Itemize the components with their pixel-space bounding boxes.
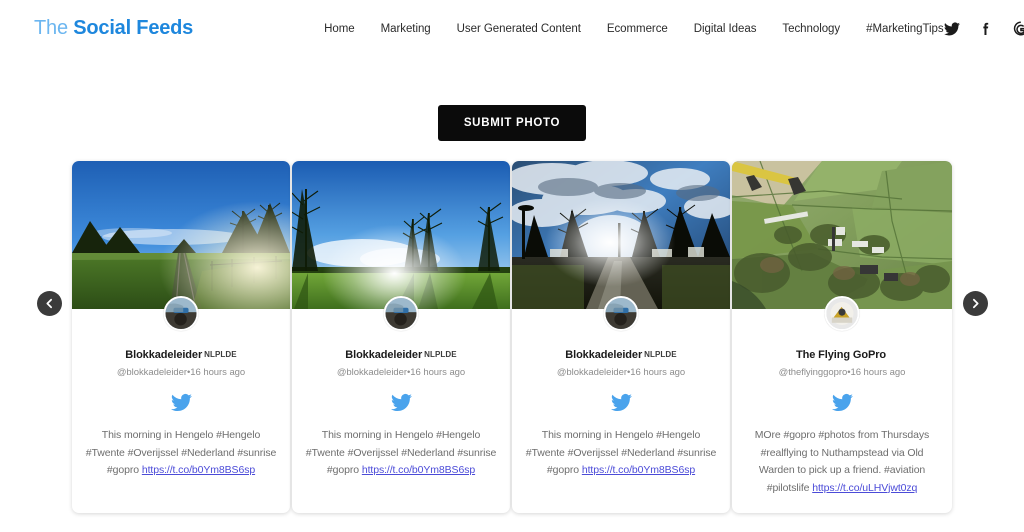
- feed-card[interactable]: The Flying GoPro @theflyinggopro•16 hour…: [732, 161, 952, 513]
- nav-item-user-generated-content[interactable]: User Generated Content: [457, 23, 581, 35]
- avatar[interactable]: [163, 296, 199, 331]
- main-navigation: Home Marketing User Generated Content Ec…: [324, 23, 944, 35]
- nav-item-home[interactable]: Home: [324, 23, 355, 35]
- carousel-prev-button[interactable]: [37, 291, 62, 316]
- carousel-cards-track: Blokkadeleider NLPLDE @blokkadeleider•16 …: [72, 161, 952, 513]
- avatar[interactable]: [824, 296, 860, 331]
- submit-photo-row: SUBMIT PHOTO: [0, 105, 1024, 141]
- facebook-icon[interactable]: [978, 20, 995, 37]
- card-timestamp: 16 hours ago: [850, 367, 906, 378]
- twitter-icon: [742, 392, 942, 413]
- card-link[interactable]: https://t.co/uLHVjwt0zq: [812, 482, 917, 494]
- twitter-icon: [302, 392, 500, 413]
- carousel-next-button[interactable]: [963, 291, 988, 316]
- card-meta: @blokkadeleider•16 hours ago: [522, 367, 720, 378]
- card-meta: @theflyinggopro•16 hours ago: [742, 367, 942, 378]
- card-link[interactable]: https://t.co/b0Ym8BS6sp: [582, 464, 695, 476]
- nav-item-ecommerce[interactable]: Ecommerce: [607, 23, 668, 35]
- card-text: This morning in Hengelo #Hengelo #Twente…: [82, 427, 280, 480]
- card-photo-green-field-bare-trees[interactable]: [292, 161, 510, 309]
- card-username-badge: NLPLDE: [204, 350, 237, 359]
- twitter-icon[interactable]: [944, 20, 961, 37]
- card-username-row: Blokkadeleider NLPLDE: [522, 345, 720, 363]
- card-handle: @blokkadeleider: [116, 367, 187, 378]
- card-timestamp: 16 hours ago: [190, 367, 246, 378]
- card-meta: @blokkadeleider•16 hours ago: [302, 367, 500, 378]
- card-timestamp: 16 hours ago: [410, 367, 466, 378]
- social-links: [944, 20, 1024, 37]
- card-username: Blokkadeleider: [345, 349, 423, 361]
- google-icon[interactable]: [1012, 20, 1024, 37]
- nav-item-marketing[interactable]: Marketing: [381, 23, 431, 35]
- card-handle: @blokkadeleider: [556, 367, 627, 378]
- card-username-row: The Flying GoPro: [742, 345, 942, 363]
- card-text: This morning in Hengelo #Hengelo #Twente…: [522, 427, 720, 480]
- logo-the: The: [34, 17, 74, 39]
- nav-item-digital-ideas[interactable]: Digital Ideas: [694, 23, 757, 35]
- card-photo-rural-railway-sunrise[interactable]: [72, 161, 290, 309]
- chevron-left-icon: [46, 298, 52, 309]
- card-username-badge: NLPLDE: [424, 350, 457, 359]
- site-header: The Social Feeds Home Marketing User Gen…: [0, 0, 1024, 57]
- card-meta: @blokkadeleider•16 hours ago: [82, 367, 280, 378]
- card-username: The Flying GoPro: [795, 349, 887, 361]
- submit-photo-button[interactable]: SUBMIT PHOTO: [437, 105, 587, 141]
- feed-card[interactable]: Blokkadeleider NLPLDE @blokkadeleider•16 …: [292, 161, 510, 513]
- card-photo-aerial-countryside-from-plane[interactable]: [732, 161, 952, 309]
- avatar[interactable]: [383, 296, 419, 331]
- card-body: Blokkadeleider NLPLDE @blokkadeleider•16 …: [512, 309, 730, 480]
- card-timestamp: 16 hours ago: [630, 367, 686, 378]
- twitter-icon: [522, 392, 720, 413]
- card-username: Blokkadeleider: [125, 349, 203, 361]
- feed-carousel: Blokkadeleider NLPLDE @blokkadeleider•16 …: [0, 161, 1024, 513]
- card-link[interactable]: https://t.co/b0Ym8BS6sp: [142, 464, 255, 476]
- twitter-icon: [82, 392, 280, 413]
- card-username-row: Blokkadeleider NLPLDE: [82, 345, 280, 363]
- card-handle: @theflyinggopro: [778, 367, 848, 378]
- card-text: MOre #gopro #photos from Thursdays #real…: [742, 427, 942, 497]
- logo-social-feeds: Social Feeds: [73, 17, 194, 39]
- nav-item-marketing-tips[interactable]: #MarketingTips: [866, 23, 944, 35]
- card-link[interactable]: https://t.co/b0Ym8BS6sp: [362, 464, 475, 476]
- card-handle: @blokkadeleider: [336, 367, 407, 378]
- card-username: Blokkadeleider: [565, 349, 643, 361]
- card-body: Blokkadeleider NLPLDE @blokkadeleider•16 …: [292, 309, 510, 480]
- chevron-right-icon: [973, 298, 979, 309]
- feed-card[interactable]: Blokkadeleider NLPLDE @blokkadeleider•16 …: [72, 161, 290, 513]
- card-body: Blokkadeleider NLPLDE @blokkadeleider•16 …: [72, 309, 290, 480]
- card-username-row: Blokkadeleider NLPLDE: [302, 345, 500, 363]
- card-photo-dramatic-cloudy-path[interactable]: [512, 161, 730, 309]
- nav-item-technology[interactable]: Technology: [782, 23, 840, 35]
- card-text: This morning in Hengelo #Hengelo #Twente…: [302, 427, 500, 480]
- site-logo[interactable]: The Social Feeds: [34, 17, 193, 40]
- card-username-badge: NLPLDE: [644, 350, 677, 359]
- feed-card[interactable]: Blokkadeleider NLPLDE @blokkadeleider•16 …: [512, 161, 730, 513]
- avatar[interactable]: [603, 296, 639, 331]
- card-body: The Flying GoPro @theflyinggopro•16 hour…: [732, 309, 952, 497]
